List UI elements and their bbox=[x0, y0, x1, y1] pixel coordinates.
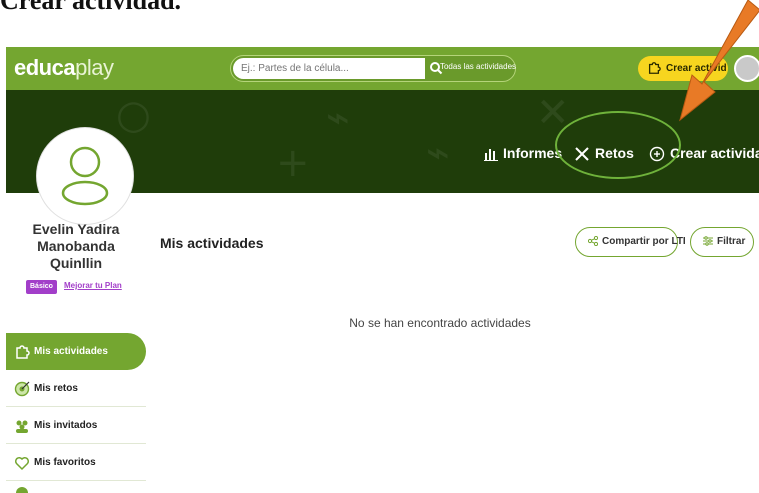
filter-button[interactable]: Filtrar bbox=[690, 227, 754, 257]
heart-icon bbox=[14, 456, 30, 471]
banner-decoration: ⌁ bbox=[426, 130, 451, 176]
profile-name-line: Evelin Yadira bbox=[32, 221, 120, 237]
users-icon bbox=[16, 420, 28, 433]
puzzle-icon bbox=[648, 62, 661, 74]
document-caption: Crear actividad. bbox=[0, 0, 182, 15]
sidebar-item-my-guests[interactable]: Mis invitados bbox=[6, 407, 146, 444]
profile-name-line: Quinllin bbox=[49, 255, 103, 271]
logo-text-left: educa bbox=[14, 55, 76, 80]
upgrade-plan-link[interactable]: Mejorar tu Plan bbox=[64, 281, 122, 290]
empty-state-message: No se han encontrado actividades bbox=[349, 316, 531, 330]
sidebar-item-label: Mis favoritos bbox=[34, 457, 96, 468]
sidebar-item-label: Mis invitados bbox=[34, 420, 98, 431]
filter-label: Filtrar bbox=[717, 236, 746, 247]
top-navbar: educaplay Todas las actividades Crear ac… bbox=[6, 47, 759, 90]
puzzle-icon bbox=[16, 345, 30, 359]
profile-name-line: Manobanda bbox=[37, 238, 115, 254]
sidebar-item-label: Mis retos bbox=[34, 383, 78, 394]
banner-decoration: ⌁ bbox=[326, 95, 351, 141]
target-icon bbox=[14, 381, 30, 397]
sidebar-item-my-favorites[interactable]: Mis favoritos bbox=[6, 444, 146, 481]
profile-name: Evelin Yadira Manobanda Quinllin bbox=[6, 221, 146, 272]
sidebar-item-partial[interactable] bbox=[6, 481, 146, 493]
filter-icon bbox=[703, 236, 713, 247]
educaplay-logo[interactable]: educaplay bbox=[14, 55, 114, 81]
plan-badge: Básico bbox=[26, 280, 57, 294]
sidebar-item-my-challenges[interactable]: Mis retos bbox=[6, 370, 146, 407]
circle-icon bbox=[16, 487, 28, 493]
share-lti-label: Compartir por LTI bbox=[602, 236, 686, 247]
search-bar: Todas las actividades bbox=[230, 55, 516, 82]
reports-label: Informes bbox=[503, 145, 563, 161]
search-input[interactable] bbox=[233, 58, 425, 79]
page-title: Mis actividades bbox=[160, 235, 264, 251]
bar-chart-icon bbox=[484, 149, 498, 162]
create-activity-label: Crear actividad bbox=[670, 145, 759, 161]
orange-arrow-annotation bbox=[679, 0, 759, 122]
share-lti-button[interactable]: Compartir por LTI bbox=[575, 227, 686, 257]
share-icon bbox=[588, 236, 598, 247]
sidebar-item-my-activities[interactable]: Mis actividades bbox=[6, 333, 146, 370]
sidebar-item-label: Mis actividades bbox=[34, 346, 108, 357]
search-scope-select[interactable]: Todas las actividades bbox=[437, 62, 519, 71]
reports-link[interactable]: Informes bbox=[484, 145, 563, 162]
banner-decoration: + bbox=[276, 140, 310, 186]
logo-text-right: play bbox=[75, 55, 114, 80]
left-sidebar: Evelin Yadira Manobanda Quinllin Básico … bbox=[6, 193, 146, 493]
